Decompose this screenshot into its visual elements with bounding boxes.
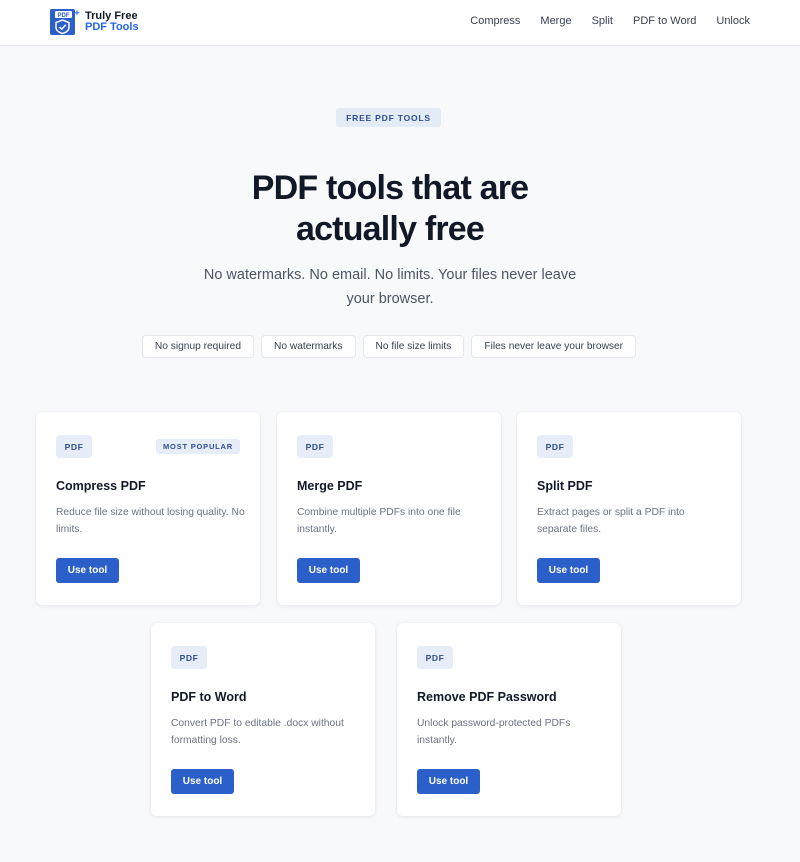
- logo-badge-text: PDF: [58, 13, 70, 19]
- nav-split[interactable]: Split: [592, 15, 613, 27]
- card-description: Unlock password-protected PDFs instantly…: [417, 718, 571, 746]
- nav-merge[interactable]: Merge: [540, 15, 571, 27]
- pdf-tag: PDF: [297, 435, 333, 458]
- hero-title: PDF tools that are actually free: [200, 168, 580, 250]
- pdf-tag: PDF: [417, 646, 453, 669]
- shield-check-icon: PDF: [50, 7, 80, 37]
- use-tool-button-remove-password[interactable]: Use tool: [417, 769, 480, 794]
- card-title: Remove PDF Password: [417, 690, 557, 704]
- use-tool-button-pdf-to-word[interactable]: Use tool: [171, 769, 234, 794]
- logo-text: Truly Free PDF Tools: [85, 11, 139, 33]
- pdf-tag: PDF: [56, 435, 92, 458]
- nav-unlock[interactable]: Unlock: [716, 15, 750, 27]
- hero-title-line2: actually free: [295, 210, 485, 248]
- hero-subtitle: No watermarks. No email. No limits. Your…: [203, 267, 577, 307]
- main-nav: Compress Merge Split PDF to Word Unlock: [450, 15, 750, 27]
- card-description: Extract pages or split a PDF into separa…: [537, 507, 685, 535]
- card-description: Reduce file size without losing quality.…: [56, 507, 245, 535]
- use-tool-button-merge[interactable]: Use tool: [297, 558, 360, 583]
- pdf-tag: PDF: [537, 435, 573, 458]
- chip-no-size-limits: No file size limits: [362, 335, 465, 358]
- chip-no-signup: No signup required: [141, 335, 254, 358]
- tool-card-remove-password: PDF Remove PDF Password Unlock password-…: [397, 623, 621, 816]
- logo-line2: PDF Tools: [85, 21, 139, 33]
- logo[interactable]: PDF Truly Free PDF Tools: [50, 7, 139, 37]
- hero-badge: FREE PDF TOOLS: [336, 108, 441, 127]
- tool-card-split: PDF Split PDF Extract pages or split a P…: [517, 412, 741, 605]
- card-title: Split PDF: [537, 479, 593, 493]
- nav-pdf-to-word[interactable]: PDF to Word: [633, 15, 696, 27]
- nav-compress[interactable]: Compress: [470, 15, 520, 27]
- card-title: Compress PDF: [56, 479, 146, 493]
- use-tool-button-split[interactable]: Use tool: [537, 558, 600, 583]
- most-popular-badge: MOST POPULAR: [155, 439, 240, 454]
- tool-card-merge: PDF Merge PDF Combine multiple PDFs into…: [277, 412, 501, 605]
- feature-chips: No signup required No watermarks No file…: [0, 335, 778, 358]
- site-header: PDF Truly Free PDF Tools Compress Merge …: [0, 0, 800, 46]
- chip-browser-only: Files never leave your browser: [471, 335, 637, 358]
- card-description: Convert PDF to editable .docx without fo…: [171, 718, 344, 746]
- card-title: PDF to Word: [171, 690, 247, 704]
- tool-card-pdf-to-word: PDF PDF to Word Convert PDF to editable …: [151, 623, 375, 816]
- pdf-tag: PDF: [171, 646, 207, 669]
- chip-no-watermarks: No watermarks: [261, 335, 356, 358]
- use-tool-button-compress[interactable]: Use tool: [56, 558, 119, 583]
- card-description: Combine multiple PDFs into one file inst…: [297, 507, 461, 535]
- card-title: Merge PDF: [297, 479, 363, 493]
- hero-title-line1: PDF tools that are: [251, 169, 529, 207]
- tool-card-compress: PDF MOST POPULAR Compress PDF Reduce fil…: [36, 412, 260, 605]
